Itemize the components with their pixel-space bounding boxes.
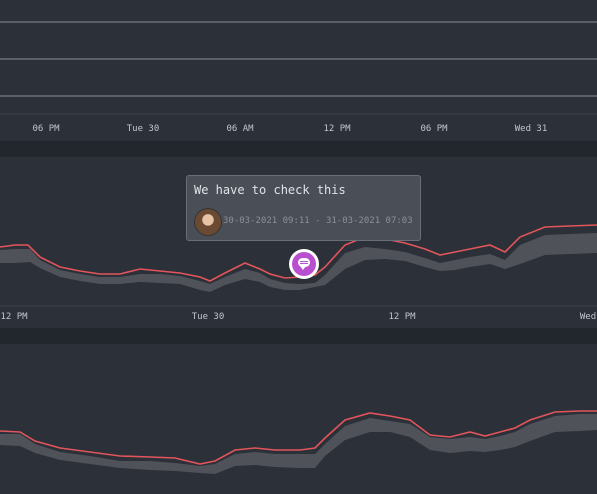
annotation-tooltip: We have to check this 30-03-2021 09:11 -… [186,175,421,241]
annotation-time-range: 30-03-2021 09:11 - 31-03-2021 07:03 [223,216,413,226]
grid-lines-top [0,21,597,115]
series-band [0,414,597,474]
x-axis-label: 06 PM [420,124,448,134]
series-chart-bottom [0,410,597,474]
panel-divider [0,328,597,344]
x-axis-label: Tue 30 [126,124,160,134]
x-axis-label: Wed 31 [514,124,548,134]
x-axis-label: 06 PM [32,124,60,134]
chart-panel-top: 06 PM Tue 30 06 AM 12 PM 06 PM Wed 31 [0,0,597,141]
comment-icon [292,252,316,276]
annotation-text: We have to check this [194,183,346,197]
x-axis-label: 12 PM [323,124,351,134]
x-axis-label: 06 AM [226,124,254,134]
x-axis-label: 12 PM [388,312,416,322]
chart-panel-bottom [0,344,597,494]
annotation-marker[interactable] [289,249,319,279]
x-axis-label: Tue 30 [191,312,225,322]
x-axis-label: 12 PM [0,312,28,322]
x-axis-label: Wed [579,312,597,322]
panel-divider [0,141,597,157]
avatar [194,208,222,236]
